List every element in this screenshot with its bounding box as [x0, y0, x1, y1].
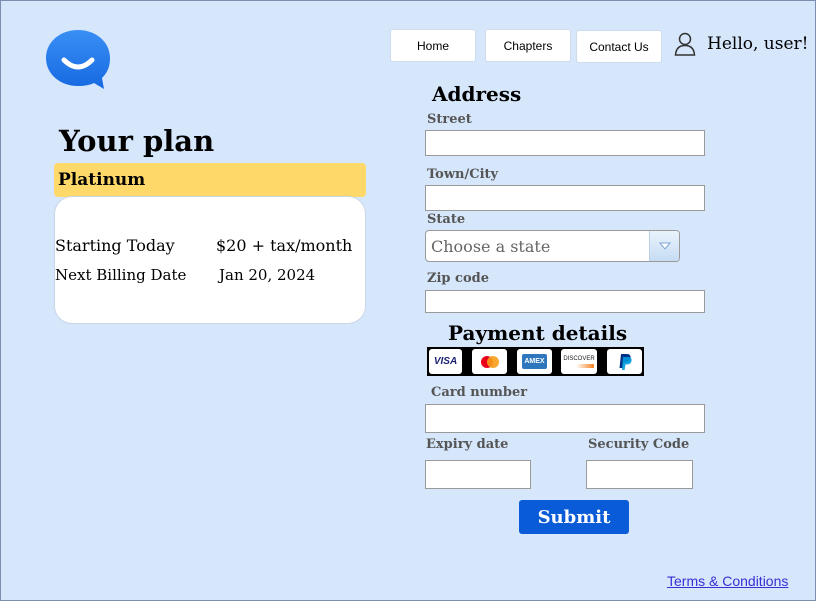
visa-text: VISA [433, 356, 458, 367]
user-icon[interactable] [674, 32, 696, 56]
security-code-label: Security Code [588, 437, 690, 452]
nav-contact-button[interactable]: Contact Us [576, 30, 662, 63]
chevron-down-icon[interactable] [649, 231, 679, 261]
town-input[interactable] [425, 185, 705, 211]
visa-icon: VISA [429, 349, 462, 374]
address-title: Address [432, 82, 522, 106]
plan-tier-badge: Platinum [54, 163, 366, 197]
plan-details-card [54, 196, 366, 324]
plan-row-value: $20 + tax/month [216, 236, 353, 255]
amex-icon: AMEX [517, 349, 552, 374]
plan-title: Your plan [59, 124, 215, 158]
submit-button[interactable]: Submit [519, 500, 629, 534]
card-number-input[interactable] [425, 404, 705, 433]
state-select[interactable]: Choose a state [425, 230, 680, 262]
terms-link[interactable]: Terms & Conditions [667, 573, 788, 589]
nav-chapters-button[interactable]: Chapters [485, 29, 571, 62]
plan-row-value: Jan 20, 2024 [219, 266, 316, 284]
plan-row-label: Starting Today [55, 236, 175, 255]
mastercard-icon [472, 349, 507, 374]
discover-stripe [564, 363, 594, 368]
plan-row-label: Next Billing Date [55, 266, 187, 284]
expiry-input[interactable] [425, 460, 531, 489]
town-label: Town/City [427, 167, 499, 182]
paypal-icon [607, 349, 642, 374]
expiry-label: Expiry date [426, 437, 509, 452]
state-placeholder: Choose a state [431, 236, 551, 256]
chat-bubble-smile-icon [46, 30, 110, 89]
street-label: Street [427, 112, 472, 127]
discover-icon: DISCOVER [561, 349, 597, 374]
zip-input[interactable] [425, 290, 705, 313]
security-code-input[interactable] [586, 460, 693, 489]
card-number-label: Card number [431, 385, 528, 400]
street-input[interactable] [425, 130, 705, 156]
amex-text: AMEX [522, 354, 547, 369]
state-label: State [427, 212, 466, 227]
payment-title: Payment details [448, 321, 628, 345]
user-greeting: Hello, user! [707, 34, 809, 54]
nav-home-button[interactable]: Home [390, 29, 476, 62]
zip-label: Zip code [427, 271, 489, 286]
discover-text: DISCOVER [563, 355, 595, 362]
